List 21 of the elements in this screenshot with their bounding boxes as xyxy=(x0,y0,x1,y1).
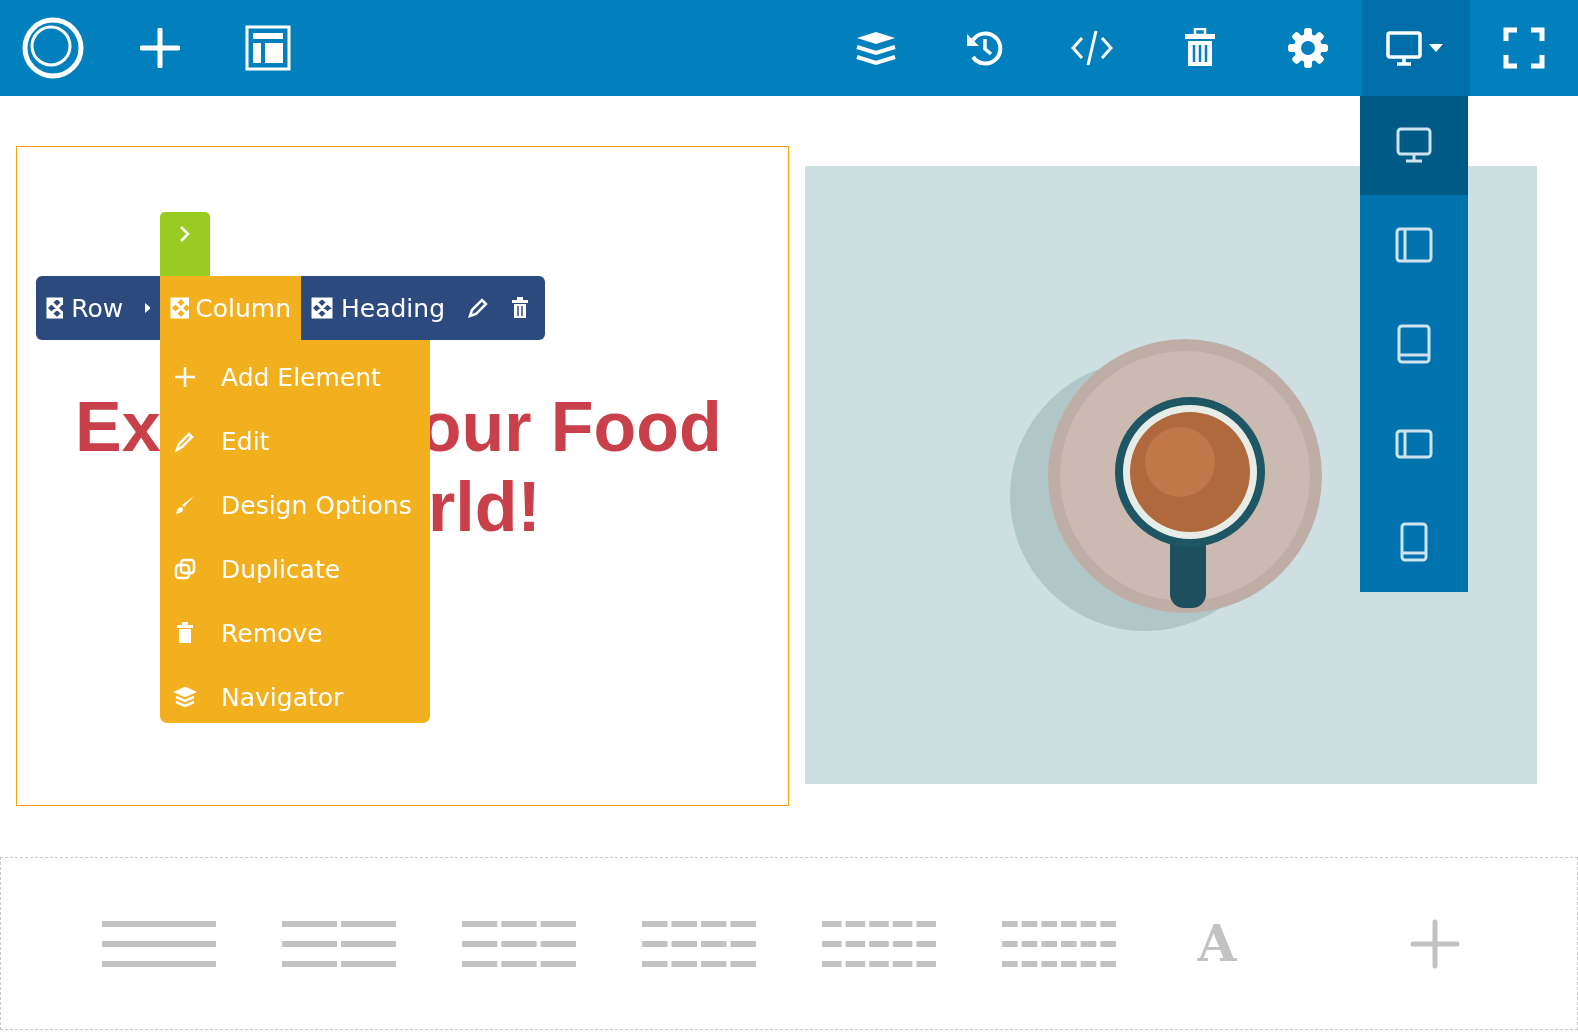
heading-text: Ex xyxy=(75,387,161,467)
row-control[interactable]: Row xyxy=(36,276,160,340)
menu-item[interactable]: Design Options xyxy=(160,473,430,537)
column-control[interactable]: Column xyxy=(160,276,301,340)
edit-icon[interactable] xyxy=(467,297,490,319)
device-option[interactable] xyxy=(1360,96,1468,196)
trash-icon[interactable] xyxy=(511,297,530,319)
caret-icon xyxy=(145,303,150,313)
menu-item[interactable]: Navigator xyxy=(160,665,430,729)
device-dropdown[interactable] xyxy=(1362,0,1470,96)
chevron-right-icon xyxy=(178,224,192,244)
menu-item[interactable]: Edit xyxy=(160,409,430,473)
duplicate-icon xyxy=(173,557,197,581)
heading-control-label[interactable]: Heading xyxy=(311,293,446,323)
device-icon xyxy=(1394,125,1434,166)
menu-item[interactable]: Add Element xyxy=(160,345,430,409)
text-block-icon[interactable]: A xyxy=(1182,914,1252,973)
menu-item[interactable]: Duplicate xyxy=(160,537,430,601)
heading-text: rld! xyxy=(428,467,541,547)
menu-item[interactable]: Remove xyxy=(160,601,430,665)
add-icon xyxy=(173,365,197,389)
